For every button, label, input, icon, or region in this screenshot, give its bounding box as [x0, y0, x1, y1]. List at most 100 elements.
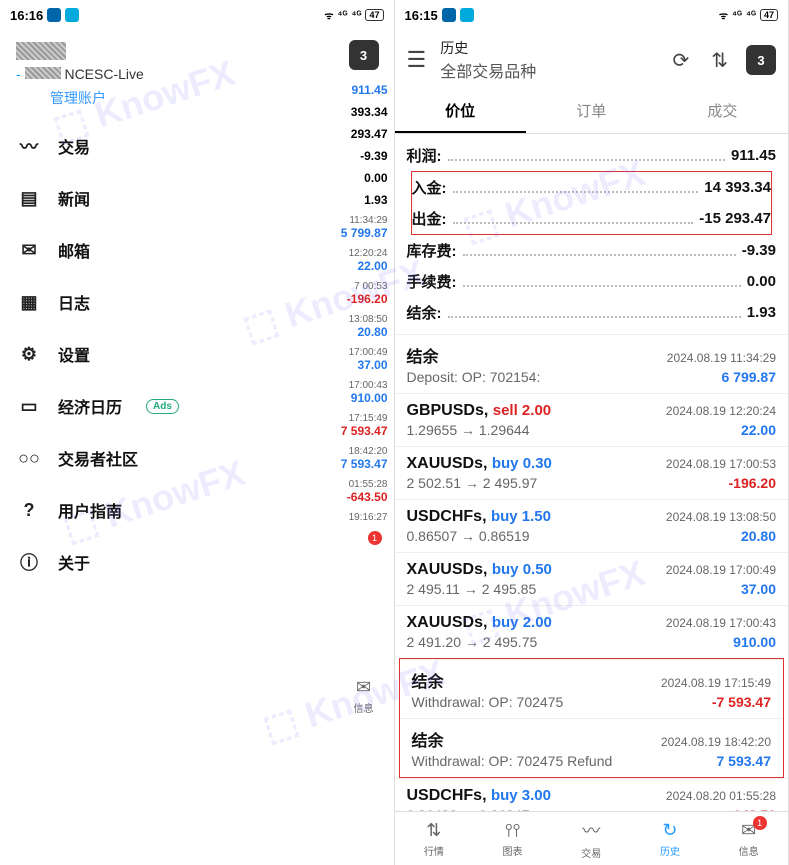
status-time: 16:16	[10, 8, 43, 23]
badge: 1	[368, 531, 382, 545]
trade-row[interactable]: 结余2024.08.19 18:42:20Withdrawal: OP: 702…	[400, 718, 784, 777]
background-peek: 3 911.45393.34293.47-9.390.001.9311:34:2…	[334, 31, 394, 865]
summary-row: 出金:-15 293.47	[412, 203, 772, 234]
summary-row: 结余: 1.93	[407, 297, 777, 328]
tab-deals[interactable]: 成交	[657, 90, 788, 133]
summary-row: 入金:14 393.34	[412, 172, 772, 203]
trade-time: 2024.08.19 17:00:49	[666, 563, 776, 577]
summary-row: 手续费:0.00	[407, 266, 777, 297]
app-icon	[65, 8, 79, 22]
trade-price: Withdrawal: OP: 702475	[412, 694, 564, 710]
trade-row[interactable]: USDCHFs, buy 1.502024.08.19 13:08:500.86…	[395, 499, 789, 552]
peek-row: 293.47	[334, 123, 394, 145]
trade-action: buy 3.00	[491, 787, 551, 804]
status-time: 16:15	[405, 8, 438, 23]
trade-price: 2 502.51 → 2 495.97	[407, 475, 538, 491]
calendar-icon[interactable]: 3	[746, 45, 776, 75]
trade-row[interactable]: GBPUSDs, sell 2.002024.08.19 12:20:241.2…	[395, 393, 789, 446]
trade-symbol: USDCHFs,	[407, 508, 491, 525]
status-right: ᯤ ⁴ᴳ ⁴ᴳ 47	[719, 8, 778, 22]
trade-price: 1.29655 → 1.29644	[407, 422, 530, 438]
menu-icon: ▭	[18, 395, 40, 417]
nav-item[interactable]: ⫯⫯图表	[473, 812, 552, 865]
ads-badge: Ads	[146, 399, 179, 414]
summary-value: 911.45	[731, 147, 776, 164]
page-title: 历史	[440, 38, 654, 58]
menu-label: 经济日历	[58, 394, 122, 418]
trade-row[interactable]: XAUUSDs, buy 0.502024.08.19 17:00:492 49…	[395, 552, 789, 605]
page-header: ☰ 历史 全部交易品种 ⟳ ⇅ 3	[395, 30, 789, 90]
nav-label: 图表	[503, 843, 523, 858]
peek-row: -9.39	[334, 145, 394, 167]
signal-icon: ⁴ᴳ	[338, 10, 348, 21]
nav-label: 行情	[424, 843, 444, 858]
trade-symbol: 结余	[412, 674, 444, 691]
menu-icon: ⓘ	[18, 551, 40, 573]
status-bar: 16:15 ᯤ ⁴ᴳ ⁴ᴳ 47	[395, 0, 789, 30]
peek-row: 18:42:207 593.47	[334, 442, 394, 475]
manage-account-link[interactable]: 管理账户	[16, 88, 378, 108]
trade-value: 22.00	[741, 422, 776, 438]
nav-item[interactable]: 〰交易	[552, 812, 631, 865]
trade-value: 910.00	[733, 634, 776, 650]
tabs: 价位 订单 成交	[395, 90, 789, 134]
server-label: NCESC-Live	[64, 66, 143, 82]
calendar-icon[interactable]: 3	[349, 40, 379, 70]
trade-symbol: USDCHFs,	[407, 787, 491, 804]
trade-row[interactable]: USDCHFs, buy 3.002024.08.20 01:55:280.86…	[395, 778, 789, 811]
trade-symbol: XAUUSDs,	[407, 561, 492, 578]
trade-value: 6 799.87	[722, 369, 777, 385]
nav-item[interactable]: ⇅ 行情	[395, 812, 474, 865]
trade-action: buy 1.50	[491, 508, 551, 525]
menu-icon: ▦	[18, 291, 40, 313]
trade-row[interactable]: 结余2024.08.19 17:15:49Withdrawal: OP: 702…	[400, 659, 784, 718]
menu-icon[interactable]: ☰	[407, 47, 427, 73]
trade-time: 2024.08.19 13:08:50	[666, 510, 776, 524]
trade-value: -7 593.47	[712, 694, 771, 710]
tab-orders[interactable]: 订单	[526, 90, 657, 133]
sort-icon[interactable]: ⇅	[707, 48, 732, 73]
trade-time: 2024.08.20 01:55:28	[666, 789, 776, 803]
bottom-nav: ⇅行情⫯⫯图表〰交易↻历史✉信息1	[395, 811, 789, 865]
trade-action: buy 0.50	[492, 561, 552, 578]
trade-price: Deposit: OP: 702154:	[407, 369, 541, 385]
message-icon: ✉	[356, 677, 371, 698]
nav-icon: ↻	[662, 820, 677, 841]
nav-icon: ⇅	[426, 820, 441, 841]
app-icon	[442, 8, 456, 22]
summary-value: 1.93	[747, 304, 776, 321]
trade-symbol: GBPUSDs,	[407, 402, 493, 419]
nav-item[interactable]: ↻历史	[631, 812, 710, 865]
wifi-icon: ᯤ	[324, 8, 333, 22]
trade-value: 37.00	[741, 581, 776, 597]
peek-row: 01:55:28-643.50	[334, 475, 394, 508]
summary-label: 结余:	[407, 302, 442, 323]
status-bar: 16:16 ᯤ ⁴ᴳ ⁴ᴳ 47	[0, 0, 394, 30]
trade-time: 2024.08.19 12:20:24	[666, 404, 776, 418]
summary-value: -15 293.47	[699, 210, 771, 227]
sync-icon[interactable]: ⟳	[668, 48, 693, 73]
nav-icon: 〰	[582, 817, 600, 843]
menu-icon: ▤	[18, 187, 40, 209]
app-icon	[460, 8, 474, 22]
nav-item[interactable]: ✉信息1	[709, 812, 788, 865]
trade-row[interactable]: 结余2024.08.19 11:34:29Deposit: OP: 702154…	[395, 334, 789, 393]
trade-value: 7 593.47	[717, 753, 772, 769]
trade-value: 20.80	[741, 528, 776, 544]
signal-icon: ⁴ᴳ	[352, 10, 362, 21]
trade-row[interactable]: XAUUSDs, buy 0.302024.08.19 17:00:532 50…	[395, 446, 789, 499]
summary-value: -9.39	[742, 242, 776, 259]
trade-list[interactable]: 结余2024.08.19 11:34:29Deposit: OP: 702154…	[395, 334, 789, 811]
nav-label: 交易	[581, 845, 601, 860]
tab-price[interactable]: 价位	[395, 90, 526, 133]
menu-label: 日志	[58, 290, 90, 314]
menu-label: 交易	[58, 134, 90, 158]
account-id: -	[16, 66, 25, 82]
nav-messages[interactable]: ✉ 信息 1	[334, 527, 394, 865]
peek-row: 393.34	[334, 101, 394, 123]
menu-icon: ⚙	[18, 343, 40, 365]
peek-row: 11:34:295 799.87	[334, 211, 394, 244]
summary-label: 利润:	[407, 145, 442, 166]
trade-row[interactable]: XAUUSDs, buy 2.002024.08.19 17:00:432 49…	[395, 605, 789, 658]
peek-row: 13:08:5020.80	[334, 310, 394, 343]
